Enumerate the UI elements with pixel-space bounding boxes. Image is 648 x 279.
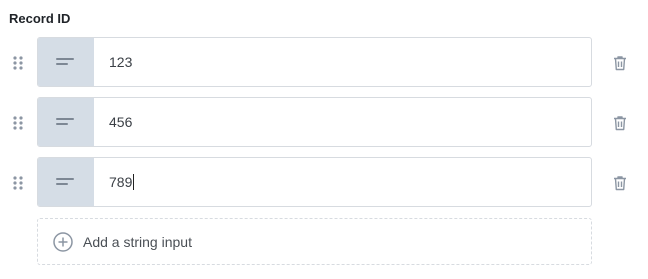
add-button-label: Add a string input bbox=[83, 233, 192, 250]
trash-icon[interactable] bbox=[611, 54, 629, 72]
text-type-icon bbox=[56, 178, 74, 185]
drag-handle-icon[interactable] bbox=[12, 175, 24, 191]
trash-icon[interactable] bbox=[611, 114, 629, 132]
string-input-field[interactable]: 456 bbox=[37, 97, 592, 147]
string-input-field[interactable]: 123 bbox=[37, 37, 592, 87]
input-row: 456 bbox=[0, 97, 648, 149]
add-string-input-button[interactable]: Add a string input bbox=[37, 218, 592, 265]
input-value[interactable]: 456 bbox=[94, 98, 591, 146]
text-type-icon bbox=[56, 58, 74, 65]
plus-circle-icon bbox=[53, 231, 73, 252]
input-value-active[interactable]: 789 bbox=[94, 158, 591, 206]
text-type-icon bbox=[56, 118, 74, 125]
input-row: 123 bbox=[0, 37, 648, 89]
input-row: 789 bbox=[0, 157, 648, 209]
input-value[interactable]: 123 bbox=[94, 38, 591, 86]
drag-handle-icon[interactable] bbox=[12, 115, 24, 131]
trash-icon[interactable] bbox=[611, 174, 629, 192]
input-value[interactable]: 789 bbox=[109, 174, 132, 190]
field-label: Record ID bbox=[9, 11, 71, 26]
type-indicator bbox=[38, 98, 94, 146]
string-input-field[interactable]: 789 bbox=[37, 157, 592, 207]
drag-handle-icon[interactable] bbox=[12, 55, 24, 71]
type-indicator bbox=[38, 158, 94, 206]
text-caret bbox=[133, 174, 135, 190]
type-indicator bbox=[38, 38, 94, 86]
